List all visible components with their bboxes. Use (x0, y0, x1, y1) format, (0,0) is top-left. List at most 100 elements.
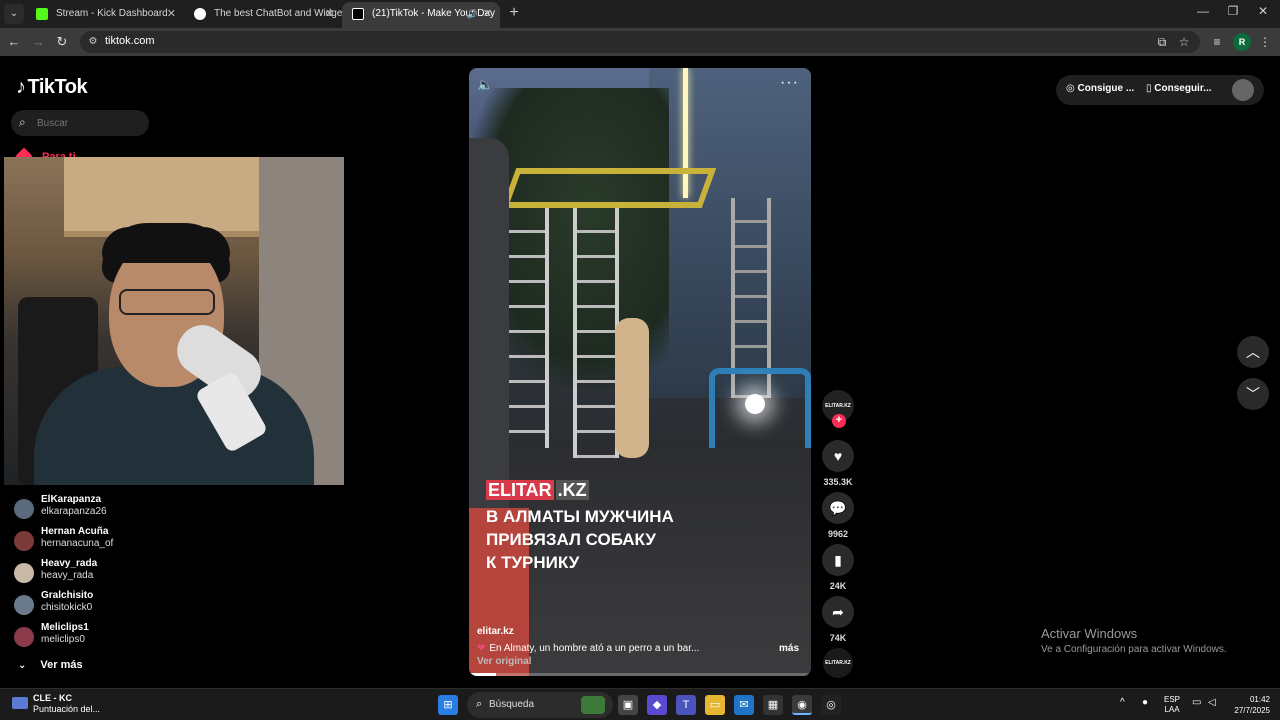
tiktok-page: ♪TikTok ⌕ Para ti ElKarapanza elkarapanz… (0, 56, 1280, 688)
microphone-icon[interactable]: ● (1142, 697, 1148, 708)
previous-video-button[interactable]: ︿ (1237, 336, 1269, 368)
next-video-button[interactable]: ﹀ (1237, 378, 1269, 410)
caption-more-button[interactable]: más (779, 643, 799, 654)
store-icon[interactable]: ▦ (763, 695, 783, 715)
chrome-icon[interactable]: ◉ (792, 695, 812, 715)
file-explorer-icon[interactable]: ▭ (705, 695, 725, 715)
tiktok-favicon-icon (352, 8, 364, 20)
search-input[interactable] (37, 114, 141, 132)
task-view-icon[interactable]: ▣ (618, 695, 638, 715)
reload-button[interactable]: ↻ (53, 33, 71, 51)
get-app-button[interactable]: ▯ Conseguir... (1146, 83, 1212, 94)
video-headline: В АЛМАТЫ МУЖЧИНА ПРИВЯЗАЛ СОБАКУ К ТУРНИ… (486, 507, 674, 572)
follow-plus-icon[interactable]: + (832, 414, 846, 428)
tiktok-note-icon: ♪ (16, 76, 26, 98)
list-item[interactable]: Heavy_rada heavy_rada (14, 558, 214, 590)
taskbar-search[interactable]: ⌕ Búsqueda (467, 692, 613, 718)
search-box[interactable]: ⌕ (11, 110, 149, 136)
see-more-button[interactable]: ⌄ Ver más (18, 659, 83, 671)
profile-avatar[interactable]: R (1233, 33, 1251, 51)
tab-close-icon[interactable]: ✕ (325, 2, 334, 26)
media-control-icon[interactable]: ≡ (1209, 34, 1225, 50)
minimize-button[interactable]: — (1188, 4, 1218, 18)
copilot-icon[interactable]: ◆ (647, 695, 667, 715)
dog (615, 318, 649, 458)
forward-button[interactable]: → (29, 33, 47, 51)
site-info-icon[interactable]: ⚙ (86, 35, 100, 49)
chevron-down-icon: ﹀ (1246, 386, 1260, 402)
video-progress-bar[interactable] (469, 673, 811, 676)
heart-icon: ♥ (833, 448, 843, 464)
list-item[interactable]: Hernan Acuña hernanacuna_of (14, 526, 214, 558)
url-bar[interactable]: ⚙ tiktok.com (80, 31, 1200, 53)
list-item[interactable]: ElKarapanza elkarapanza26 (14, 494, 214, 526)
tab-chatbot[interactable]: The best ChatBot and Widgets ✕ (184, 2, 342, 28)
see-original-button[interactable]: Ver original (477, 656, 531, 667)
tab-kick-dashboard[interactable]: Stream - Kick Dashboard ✕ (26, 2, 184, 28)
browser-menu-icon[interactable]: ⋮ (1257, 34, 1273, 50)
get-coins-button[interactable]: ◎ Consigue ... (1066, 83, 1134, 94)
windows-activation-watermark: Activar Windows Ve a Configuración para … (1041, 626, 1227, 655)
elitar-brand: ELITAR .KZ (486, 480, 589, 500)
share-icon: ➦ (832, 604, 844, 620)
tab-search-button[interactable]: ⌄ (4, 4, 24, 24)
heart-emoji-icon: ❤ (477, 643, 486, 654)
avatar (14, 563, 34, 583)
back-button[interactable]: ← (5, 33, 23, 51)
teams-icon[interactable]: T (676, 695, 696, 715)
search-icon: ⌕ (476, 698, 483, 710)
url-text: tiktok.com (105, 35, 155, 47)
new-tab-button[interactable]: + (504, 4, 524, 24)
restore-button[interactable]: ❐ (1218, 4, 1248, 18)
video-player[interactable]: 🔈 ··· ELITAR .KZ В АЛМАТЫ МУЖЧИНА ПРИВЯЗА… (469, 68, 811, 676)
save-count: 24K (829, 581, 847, 591)
tab-title: Stream - Kick Dashboard (56, 8, 168, 19)
list-item[interactable]: Meliclips1 meliclips0 (14, 622, 214, 654)
tab-audio-icon[interactable]: 🔊 (467, 2, 478, 26)
following-list: ElKarapanza elkarapanza26 Hernan Acuña h… (14, 494, 214, 654)
creator-avatar[interactable]: ELITAR.KZ + (822, 390, 854, 428)
bookmark-icon: ▮ (834, 552, 842, 568)
avatar (14, 499, 34, 519)
share-count: 74K (829, 633, 847, 643)
mlb-icon (12, 697, 28, 709)
clock[interactable]: 01:42 27/7/2025 (1228, 694, 1270, 716)
tiktok-logo[interactable]: ♪ TikTok (16, 76, 88, 99)
avatar (14, 595, 34, 615)
video-text-overlay: ELITAR .KZ В АЛМАТЫ МУЖЧИНА ПРИВЯЗАЛ СОБА… (486, 480, 806, 574)
tab-tiktok[interactable]: (21)TikTok - Make Your Day 🔊 ✕ (342, 2, 500, 28)
mail-icon[interactable]: ✉ (734, 695, 754, 715)
comment-button[interactable]: 💬 (822, 492, 854, 524)
close-window-button[interactable]: ✕ (1248, 4, 1278, 18)
tray-expand-icon[interactable]: ^ (1120, 697, 1125, 708)
volume-icon[interactable]: ◁ (1208, 697, 1216, 708)
like-button[interactable]: ♥ (822, 440, 854, 472)
browser-tab-bar: ⌄ Stream - Kick Dashboard ✕ The best Cha… (0, 0, 1280, 28)
save-button[interactable]: ▮ (822, 544, 854, 576)
share-button[interactable]: ➦ (822, 596, 854, 628)
volume-icon[interactable]: 🔈 (477, 77, 493, 93)
tab-close-icon[interactable]: ✕ (167, 2, 176, 26)
tab-close-icon[interactable]: ✕ (483, 2, 492, 26)
start-windows-icon[interactable]: ⊞ (438, 695, 458, 715)
action-rail: ELITAR.KZ + ♥ 335.3K 💬 9962 ▮ 24K ➦ 74K … (820, 390, 856, 678)
search-icon: ⌕ (19, 115, 26, 129)
comment-icon: 💬 (829, 500, 847, 516)
video-author[interactable]: elitar.kz (477, 626, 514, 637)
sound-disc[interactable]: ELITAR.KZ (823, 648, 853, 678)
install-app-icon[interactable]: ⧉ (1154, 34, 1170, 50)
bookmark-star-icon[interactable]: ☆ (1176, 34, 1192, 50)
like-count: 335.3K (823, 477, 853, 487)
feed-navigation: ︿ ﹀ (1237, 336, 1269, 420)
webcam-overlay (4, 157, 344, 485)
app-icon[interactable]: ◎ (821, 695, 841, 715)
avatar (14, 627, 34, 647)
chevron-down-icon: ⌄ (18, 660, 27, 671)
avatar (14, 531, 34, 551)
kick-favicon-icon (36, 8, 48, 20)
language-indicator[interactable]: ESP LAA (1164, 695, 1180, 715)
more-options-icon[interactable]: ··· (780, 74, 799, 92)
user-avatar[interactable] (1232, 79, 1254, 101)
network-icon[interactable]: ▭ (1192, 697, 1201, 708)
list-item[interactable]: Gralchisito chisitokick0 (14, 590, 214, 622)
